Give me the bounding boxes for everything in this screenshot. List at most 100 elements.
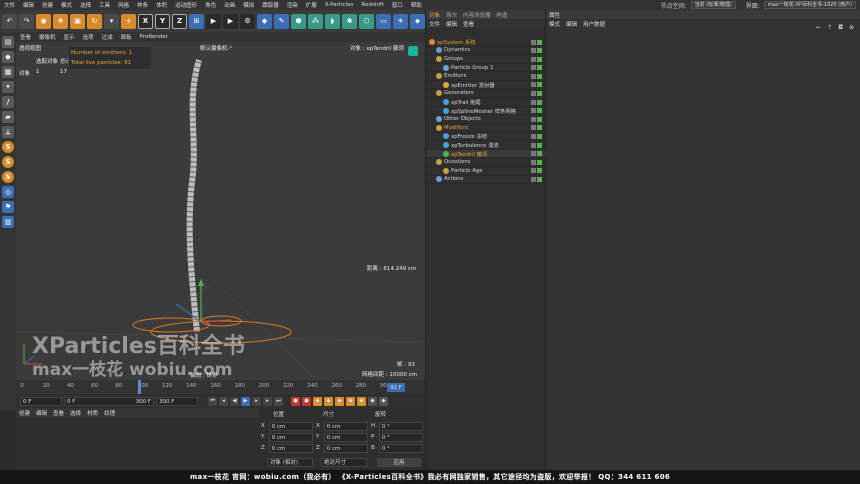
- coord-value-field[interactable]: 0 cm: [268, 443, 313, 453]
- menu-item[interactable]: 选择: [76, 1, 95, 9]
- material-menu-item[interactable]: 材质: [84, 409, 101, 417]
- object-tree-row[interactable]: xpSystem 系统: [426, 38, 546, 47]
- menu-item[interactable]: 体积: [152, 1, 171, 9]
- move-icon[interactable]: ✥: [53, 13, 68, 29]
- editor-visibility-icon[interactable]: [531, 91, 536, 97]
- editor-visibility-icon[interactable]: [531, 82, 536, 88]
- play-icon[interactable]: ▶: [241, 396, 250, 406]
- material-menu-item[interactable]: 查看: [50, 409, 67, 417]
- scale-icon[interactable]: ▣: [70, 13, 85, 29]
- object-tree-row[interactable]: xpFreeze 冻结: [426, 133, 546, 142]
- polygons-mode-icon[interactable]: ▰: [2, 111, 14, 123]
- pla-key-icon[interactable]: ◆: [368, 396, 377, 406]
- menu-item[interactable]: 工具: [95, 1, 114, 9]
- viewport-menu-item[interactable]: 过滤: [98, 33, 117, 41]
- viewport-menu-item[interactable]: 查看: [16, 33, 35, 41]
- object-tab[interactable]: 对象: [426, 11, 443, 19]
- enabled-check-icon[interactable]: [537, 168, 542, 174]
- enabled-check-icon[interactable]: [537, 99, 542, 105]
- coord-value-field[interactable]: 0 cm: [323, 443, 368, 453]
- undo-icon[interactable]: ↶: [2, 13, 17, 29]
- editor-visibility-icon[interactable]: [531, 73, 536, 79]
- go-start-icon[interactable]: ⏮: [208, 396, 217, 406]
- menu-item[interactable]: 创建: [38, 1, 57, 9]
- current-frame-field[interactable]: 92 F: [387, 383, 405, 392]
- editor-visibility-icon[interactable]: [531, 39, 536, 45]
- subdivision-icon[interactable]: ⬢: [291, 13, 306, 29]
- live-select-icon[interactable]: ◉: [36, 13, 51, 29]
- object-tree-row[interactable]: xpTendril 藤须: [426, 149, 546, 159]
- magnet-icon[interactable]: ◎: [2, 186, 14, 198]
- menu-item[interactable]: 动画: [220, 1, 239, 9]
- solo-icon[interactable]: S: [2, 141, 14, 153]
- edges-mode-icon[interactable]: /: [2, 96, 14, 108]
- prev-key-icon[interactable]: ◂: [219, 396, 228, 406]
- min-frame-field[interactable]: 0 F 300 F: [64, 396, 154, 406]
- visibility-toggles[interactable]: [531, 82, 543, 88]
- enabled-check-icon[interactable]: [537, 39, 542, 45]
- material-menu-item[interactable]: 纹理: [101, 409, 118, 417]
- viewport-menu-item[interactable]: 面板: [117, 33, 136, 41]
- editor-visibility-icon[interactable]: [531, 142, 536, 148]
- start-frame-field[interactable]: 0 F: [20, 396, 62, 406]
- material-menu-item[interactable]: 创建: [16, 409, 33, 417]
- camera-label[interactable]: 默认摄像机·°: [200, 44, 232, 52]
- object-tree-row[interactable]: Generators: [426, 90, 546, 99]
- visibility-toggles[interactable]: [531, 134, 543, 140]
- coord-value-field[interactable]: 0 cm: [268, 432, 313, 442]
- axis-mode-icon[interactable]: ⟂: [2, 126, 14, 138]
- layout-select[interactable]: max一枝花-XP百科全书-1920 (用户): [763, 1, 856, 9]
- viewport-menu-item[interactable]: 显示: [60, 33, 79, 41]
- viewport-menu-item[interactable]: ProRender: [136, 34, 172, 40]
- position-key-icon[interactable]: ◆: [324, 396, 333, 406]
- editor-visibility-icon[interactable]: [531, 99, 536, 105]
- back-arrow-icon[interactable]: ←: [816, 24, 821, 31]
- object-tree-row[interactable]: Groups: [426, 55, 546, 64]
- object-menu-item[interactable]: 编辑: [443, 20, 460, 28]
- editor-visibility-icon[interactable]: [531, 116, 536, 122]
- pen-icon[interactable]: ✎: [274, 13, 289, 29]
- y-axis-icon[interactable]: Y: [155, 13, 170, 29]
- coord-value-field[interactable]: 0 °: [378, 443, 423, 453]
- menu-item[interactable]: 运动图形: [171, 1, 201, 9]
- render-settings-icon[interactable]: ⚙: [240, 13, 255, 29]
- object-tree-row[interactable]: Actions: [426, 176, 546, 185]
- add-icon[interactable]: +: [121, 13, 136, 29]
- lock-icon[interactable]: ▥: [2, 216, 14, 228]
- visibility-toggles[interactable]: [531, 177, 543, 182]
- object-tab[interactable]: 内容浏览器: [460, 11, 494, 19]
- z-axis-icon[interactable]: Z: [172, 13, 187, 29]
- param-key-icon[interactable]: ◆: [357, 396, 366, 406]
- enabled-check-icon[interactable]: [537, 65, 542, 71]
- object-tree-row[interactable]: Particle Group 1: [426, 64, 546, 73]
- menu-item[interactable]: 样条: [133, 1, 152, 9]
- motion-icon[interactable]: ◆: [379, 396, 388, 406]
- deformer-icon[interactable]: ◗: [325, 13, 340, 29]
- viewport-menu-item[interactable]: 摄像机: [35, 33, 60, 41]
- play-back-icon[interactable]: ◀: [230, 396, 239, 406]
- editor-visibility-icon[interactable]: [531, 177, 536, 182]
- navigation-icon[interactable]: [408, 46, 418, 56]
- menu-item[interactable]: 编辑: [19, 1, 38, 9]
- menu-item[interactable]: 帮助: [407, 1, 426, 9]
- cloner-icon[interactable]: ⁂: [308, 13, 323, 29]
- enabled-check-icon[interactable]: [537, 91, 542, 97]
- editor-visibility-icon[interactable]: [531, 65, 536, 71]
- record-icon[interactable]: ●: [291, 396, 300, 406]
- layers-icon[interactable]: ⚑: [2, 201, 14, 213]
- model-mode-icon[interactable]: ◆: [2, 51, 14, 63]
- object-tree-row[interactable]: xpTrail 拖尾: [426, 98, 546, 107]
- editor-visibility-icon[interactable]: [531, 134, 536, 140]
- tab-attributes[interactable]: 属性: [546, 11, 563, 19]
- coord-value-field[interactable]: 0 cm: [268, 421, 313, 431]
- editor-visibility-icon[interactable]: [531, 48, 536, 54]
- visibility-toggles[interactable]: [531, 73, 543, 79]
- object-tree-row[interactable]: xpTurbulence 湍流: [426, 141, 546, 150]
- tag-icon[interactable]: ⬥: [410, 13, 425, 29]
- light-icon[interactable]: ☀: [393, 13, 408, 29]
- object-tab[interactable]: 构造: [494, 11, 511, 19]
- enabled-check-icon[interactable]: [537, 151, 542, 157]
- playhead[interactable]: [138, 380, 141, 394]
- attribute-menu-item[interactable]: 模式: [546, 20, 563, 28]
- go-end-icon[interactable]: ⏭: [274, 396, 283, 406]
